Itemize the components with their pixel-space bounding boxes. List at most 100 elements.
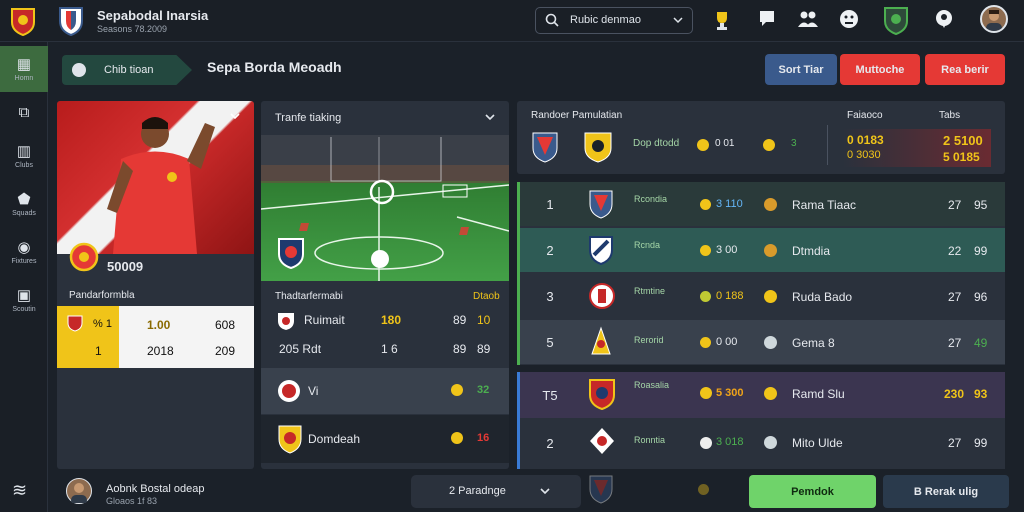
player-name: Mito Ulde [792,436,843,450]
dashboard-icon: ▦ [16,55,32,73]
team-crest-icon [583,131,613,166]
list-item[interactable]: Vi 32 [261,368,509,414]
team-name: Rcondia [634,194,668,204]
face-icon[interactable] [838,8,860,33]
coin-icon [764,198,777,211]
team-crest-icon [531,131,559,166]
table-row[interactable]: 3 Rtmtine 0 188 Ruda Bado 27 96 [520,274,1005,318]
rank: 2 [546,242,554,258]
score-right2: 5 0185 [943,150,980,164]
list-item-name: Domdeah [308,432,361,446]
score-left: 0 0183 [847,133,884,147]
goal-diff: 49 [974,336,988,350]
team-name: Rtmtine [634,286,666,296]
goal-diff: 93 [974,387,988,401]
player-name: Rama Tiaac [792,198,857,212]
goal-diff: 96 [974,290,988,304]
rank: 2 [546,436,554,451]
page-title: Sepa Borda Meoadh [207,59,342,75]
list-item-value: 16 [477,432,490,444]
match-label-right2: Tabs [939,110,961,121]
list-item-name: Vi [308,384,319,398]
match-mid-text: 0 01 [715,138,735,149]
coin-icon [764,436,777,449]
player-icon [700,337,711,348]
team-crest-icon [588,474,614,507]
match-panel: Randoer Pamulatian Dop dtodd 0 01 3 Faia… [517,101,1005,174]
table-row[interactable]: 2 Rcnda 3 00 Dtmdia 22 99 [520,228,1005,272]
list-item[interactable]: Domdeah 16 [261,415,509,463]
team-crest-icon [277,378,301,407]
transfer-row-value: 10 [477,313,491,327]
footer-avatar[interactable] [66,478,92,505]
sidebar-item-home[interactable]: ▦ Homn [0,46,48,92]
match-mid-text: 3 [791,138,797,149]
players-icon[interactable] [797,9,819,32]
review-button[interactable]: Rea berir [925,54,1005,85]
sidebar-item-fixtures[interactable]: ◉ Fixtures [0,228,48,276]
table-row[interactable]: 2 Ronntia 3 018 Mito Ulde 27 99 [520,418,1005,469]
player-stats-table: % 1 1.00 608 1 2018 209 [57,306,254,368]
coin-icon [764,387,777,400]
shield-icon: ⬟ [17,190,31,208]
nav-tab-active[interactable]: Chib tioan [62,55,192,85]
match-mid-text: Dop dtodd [633,138,680,149]
pitch-view[interactable] [261,135,509,281]
search-icon [545,13,559,30]
team-stat: 3 018 [716,436,744,448]
team-crest-icon [277,424,303,457]
team-crest-icon [277,237,305,272]
sidebar-item-scouting[interactable]: ▣ Scoutin [0,276,48,324]
player-name: Gema 8 [792,336,835,350]
chat-icon[interactable] [758,9,776,32]
points: 27 [948,290,962,304]
player-icon [451,384,463,396]
page-dropdown[interactable]: 2 Paradnge [411,475,581,508]
stat-cell: 1 [95,344,102,358]
list-item-value: 32 [477,384,490,396]
sidebar-item-label: Scoutin [12,305,36,313]
sort-button[interactable]: Sort Tiar [765,54,837,85]
points: 27 [948,436,962,450]
confirm-button[interactable]: Pemdok [749,475,876,508]
team-stat: 3 00 [716,244,738,256]
secondary-button[interactable]: B Rerak ulig [883,475,1009,508]
coin-icon [764,290,777,303]
player-icon [700,199,711,210]
points: 230 [944,387,965,401]
location-icon[interactable] [934,8,954,33]
menu-icon[interactable]: ≋ [12,480,27,501]
rank: T5 [542,387,558,403]
stat-cell: 209 [215,344,236,358]
trophy-icon[interactable] [712,9,732,34]
table-row[interactable]: T5 Roasalia 5 300 Ramd Slu 230 93 [520,372,1005,418]
chevron-down-icon[interactable] [229,111,241,124]
footer-user-sub: Gloaos 1f 83 [106,496,158,506]
transfer-row-value: 180 [381,313,402,327]
team-crest-icon [588,189,614,222]
search-input[interactable]: Rubic denmao [570,14,641,26]
transfer-row-name: 205 Rdt [279,342,322,356]
table-row[interactable]: 5 Rerorid 0 00 Gema 8 27 49 [520,320,1005,364]
sidebar-item-clubs[interactable]: ▥ Clubs [0,132,48,180]
shield-badge-icon[interactable] [882,5,910,38]
sidebar-item-squads[interactable]: ⬟ Squads [0,180,48,228]
match-button[interactable]: Muttoche [840,54,920,85]
player-icon [700,437,712,449]
search-box[interactable]: Rubic denmao [535,7,693,34]
team-name: Rcnda [634,240,661,250]
team-name: Rerorid [634,335,664,345]
table-row[interactable]: 1 Rcondia 3 110 Rama Tiaac 27 95 [520,182,1005,226]
club-crest-icon[interactable] [58,5,84,37]
chevron-down-icon[interactable] [484,112,496,125]
chevron-down-icon [539,486,551,499]
avatar[interactable] [980,5,1008,33]
player-icon [451,432,463,444]
dropdown-value: 2 Paradnge [449,485,506,497]
sidebar: ▦ Homn ⧉ ▥ Clubs ⬟ Squads ◉ Fixtures ▣ S… [0,42,48,512]
team-crest-icon [588,235,614,268]
team-name: Ronntia [634,435,666,445]
player-card[interactable]: 50009 Pandarformbla % 1 1.00 608 1 2018 … [57,101,254,469]
player-name: Dtmdia [792,244,831,258]
sidebar-item-inbox[interactable]: ⧉ [0,92,48,132]
